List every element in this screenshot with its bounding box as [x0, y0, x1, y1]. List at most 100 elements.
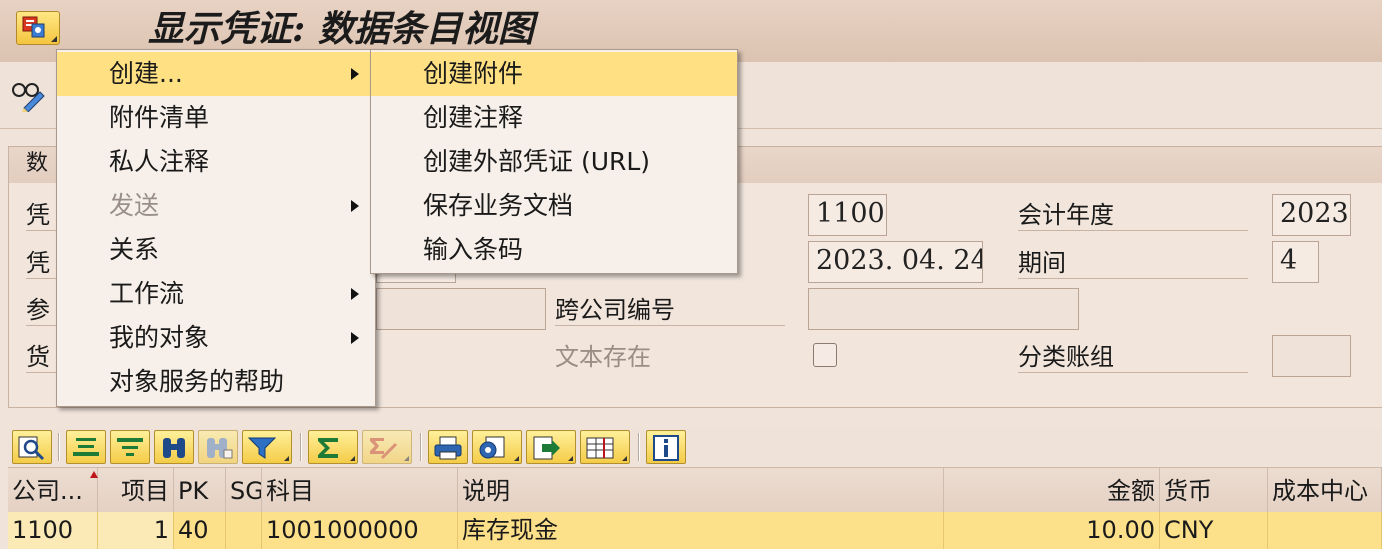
cell-currency: CNY: [1160, 512, 1268, 549]
details-button[interactable]: [12, 430, 52, 464]
subtotals-icon: [370, 438, 398, 460]
column-header-posting-key[interactable]: PK: [174, 468, 226, 512]
cell-posting-key: 40: [174, 512, 226, 549]
submenu-arrow-icon: [351, 68, 359, 80]
menu-item-create-attachment-label: 创建附件: [423, 59, 524, 88]
views-button[interactable]: [472, 430, 522, 464]
document-date-label: 凭: [26, 248, 56, 279]
posting-date-field[interactable]: 2023. 04. 24: [808, 241, 983, 283]
menu-item-create-note-label: 创建注释: [423, 103, 524, 132]
column-header-account[interactable]: 科目: [262, 468, 458, 512]
ledger-group-field[interactable]: [1272, 335, 1351, 377]
cross-company-field[interactable]: [808, 288, 1079, 330]
menu-item-enter-barcode[interactable]: 输入条码: [371, 228, 737, 272]
find-icon: [163, 438, 185, 458]
sort-ascending-button[interactable]: [66, 430, 106, 464]
menu-item-enter-barcode-label: 输入条码: [423, 235, 524, 264]
menu-item-attachment-list-label: 附件清单: [109, 103, 210, 132]
menu-item-create-external-document[interactable]: 创建外部凭证 (URL): [371, 140, 737, 184]
column-header-currency[interactable]: 货币: [1160, 468, 1268, 512]
text-exists-checkbox[interactable]: [813, 343, 837, 367]
column-header-special-gl[interactable]: SG: [226, 468, 262, 512]
column-header-amount[interactable]: 金额: [944, 468, 1160, 512]
cell-account: 1001000000: [262, 512, 458, 549]
column-header-description[interactable]: 说明: [458, 468, 944, 512]
cell-special-gl: [226, 512, 262, 549]
menu-item-help-object-services[interactable]: 对象服务的帮助: [57, 360, 375, 404]
reference-field-tail: [376, 288, 546, 330]
information-icon: [653, 435, 679, 461]
print-icon: [434, 436, 462, 460]
create-submenu: 创建附件 创建注释 创建外部凭证 (URL) 保存业务文档 输入条码: [370, 49, 738, 274]
period-label: 期间: [1018, 248, 1248, 279]
information-button[interactable]: [646, 430, 686, 464]
fiscal-year-label: 会计年度: [1018, 200, 1248, 231]
reference-label: 参: [26, 295, 56, 326]
filter-icon: [247, 437, 277, 459]
period-field[interactable]: 4: [1272, 241, 1319, 283]
layout-button[interactable]: [580, 430, 630, 464]
menu-item-send[interactable]: 发送: [57, 184, 375, 228]
sort-descending-button[interactable]: [110, 430, 150, 464]
display-change-icon[interactable]: [10, 78, 48, 112]
cross-company-label: 跨公司编号: [555, 295, 785, 326]
find-button[interactable]: [154, 430, 194, 464]
document-number-label: 凭: [26, 200, 56, 231]
fiscal-year-field[interactable]: 2023: [1272, 194, 1351, 236]
submenu-arrow-icon: [351, 288, 359, 300]
grid-header: 公司... 项目 PK SG 科目 说明 金额 货币 成本中心: [8, 467, 1382, 513]
submenu-arrow-icon: [351, 332, 359, 344]
menu-item-store-business-document-label: 保存业务文档: [423, 191, 574, 220]
text-exists-label: 文本存在: [555, 343, 651, 371]
find-next-icon: [207, 438, 233, 459]
column-header-company-code[interactable]: 公司...: [8, 468, 98, 512]
ledger-group-label: 分类账组: [1018, 342, 1248, 373]
menu-item-store-business-document[interactable]: 保存业务文档: [371, 184, 737, 228]
menu-item-private-note[interactable]: 私人注释: [57, 140, 375, 184]
cell-amount: 10.00: [944, 512, 1160, 549]
filter-button[interactable]: [242, 430, 292, 464]
menu-item-create-note[interactable]: 创建注释: [371, 96, 737, 140]
submenu-arrow-icon: [351, 200, 359, 212]
dropdown-indicator: [51, 36, 57, 42]
column-header-item[interactable]: 项目: [98, 468, 174, 512]
find-next-button[interactable]: [198, 430, 238, 464]
layout-icon: [586, 437, 614, 459]
menu-item-create-attachment[interactable]: 创建附件: [371, 52, 737, 96]
menu-item-help-object-services-label: 对象服务的帮助: [109, 367, 285, 396]
cell-cost-center: [1268, 512, 1382, 549]
menu-item-my-objects-label: 我的对象: [109, 323, 210, 352]
menu-item-workflow[interactable]: 工作流: [57, 272, 375, 316]
cell-item: 1: [98, 512, 174, 549]
export-icon: [533, 436, 560, 460]
sort-descending-icon: [117, 438, 143, 456]
cell-company-code: 1100: [8, 512, 98, 549]
company-code-field[interactable]: 1100: [808, 194, 887, 236]
print-button[interactable]: [428, 430, 468, 464]
sort-ascending-icon: [73, 438, 99, 456]
cell-description: 库存现金: [458, 512, 944, 549]
menu-item-create[interactable]: 创建...: [57, 52, 375, 96]
services-for-object-icon: [22, 16, 45, 38]
menu-item-relationships-label: 关系: [109, 235, 160, 264]
total-button[interactable]: [308, 430, 358, 464]
group-title: 数: [26, 151, 49, 176]
menu-item-create-external-document-label: 创建外部凭证 (URL): [423, 147, 651, 176]
menu-item-attachment-list[interactable]: 附件清单: [57, 96, 375, 140]
menu-item-relationships[interactable]: 关系: [57, 228, 375, 272]
services-for-object-button[interactable]: [16, 11, 60, 45]
page-title: 显示凭证: 数据条目视图: [148, 8, 534, 50]
export-button[interactable]: [526, 430, 576, 464]
subtotals-button[interactable]: [362, 430, 412, 464]
alv-toolbar: [8, 428, 1382, 466]
menu-item-workflow-label: 工作流: [109, 279, 185, 308]
total-icon: [318, 438, 338, 458]
currency-label: 货: [26, 342, 56, 373]
column-header-cost-center[interactable]: 成本中心: [1268, 468, 1382, 512]
menu-item-create-label: 创建...: [109, 59, 183, 88]
menu-item-my-objects[interactable]: 我的对象: [57, 316, 375, 360]
menu-item-send-label: 发送: [109, 191, 160, 220]
views-icon: [479, 436, 505, 459]
table-row[interactable]: 1100 1 40 1001000000 库存现金 10.00 CNY: [8, 512, 1382, 549]
sort-indicator-icon: [90, 471, 98, 478]
